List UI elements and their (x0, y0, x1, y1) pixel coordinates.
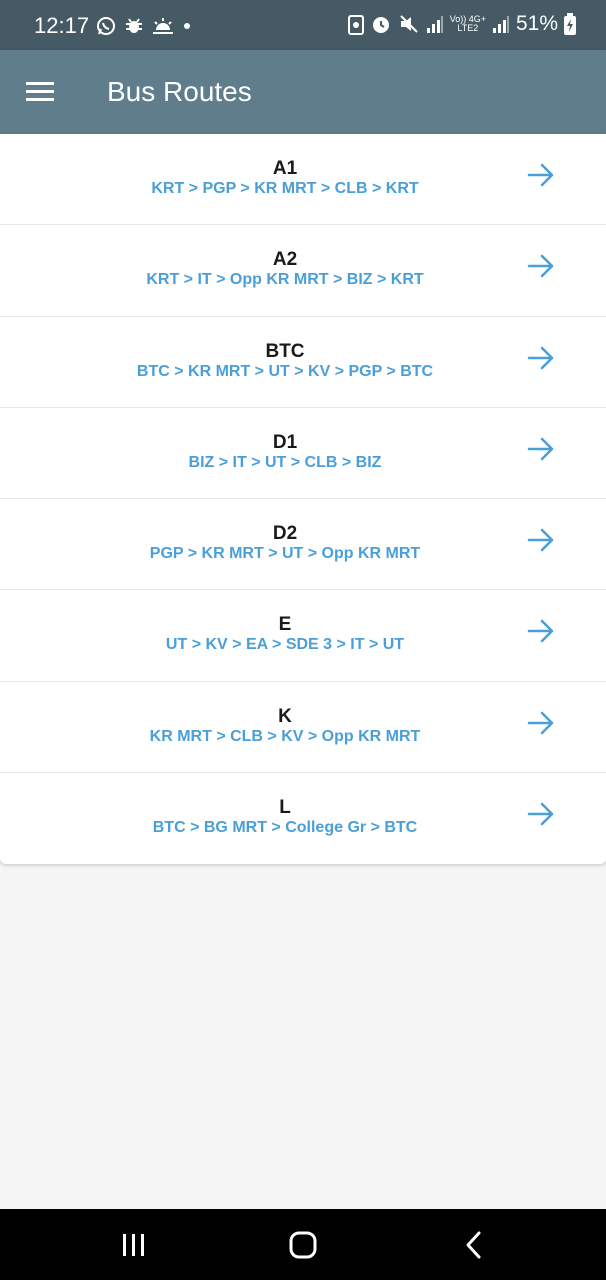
home-icon (289, 1231, 317, 1258)
route-path: PGP > KR MRT > UT > Opp KR MRT (149, 545, 421, 562)
route-name: L (279, 796, 291, 818)
recents-icon (123, 1233, 144, 1256)
arrow-right-icon[interactable] (526, 345, 556, 371)
battery-icon (564, 13, 576, 35)
route-item-k[interactable]: K KR MRT > CLB > KV > Opp KR MRT (0, 682, 606, 773)
network-label: Vo)) 4G+ LTE2 (449, 14, 486, 33)
home-button[interactable] (263, 1209, 343, 1280)
route-list: A1 KRT > PGP > KR MRT > CLB > KRT A2 KRT… (0, 134, 606, 864)
bug-icon (126, 18, 142, 33)
arrow-right-icon[interactable] (526, 436, 556, 462)
signal-2-icon (492, 16, 509, 33)
status-bar: 12:17 Vo)) 4G+ LTE2 51% (0, 0, 606, 50)
menu-button[interactable] (26, 80, 56, 104)
back-icon (466, 1231, 481, 1258)
back-button[interactable] (434, 1209, 514, 1280)
mute-icon (399, 15, 418, 33)
route-path: KR MRT > CLB > KV > Opp KR MRT (149, 727, 421, 745)
hamburger-menu-icon (26, 82, 54, 101)
battery-percentage: 51% (515, 12, 558, 35)
arrow-right-icon[interactable] (526, 801, 556, 827)
system-icons: Vo)) 4G+ LTE2 51% (347, 12, 576, 36)
route-path: BTC > BG MRT > College Gr > BTC (152, 818, 418, 836)
dot-icon (184, 23, 190, 29)
arrow-right-icon[interactable] (526, 253, 556, 279)
route-name: K (278, 705, 292, 727)
route-name: D2 (272, 523, 298, 544)
alarm-icon (372, 17, 389, 33)
route-item-a1[interactable]: A1 KRT > PGP > KR MRT > CLB > KRT (0, 134, 606, 226)
arrow-right-icon[interactable] (526, 162, 556, 188)
arrow-right-icon[interactable] (526, 618, 556, 644)
route-item-l[interactable]: L BTC > BG MRT > College Gr > BTC (0, 773, 606, 864)
status-time: 12:17 (34, 13, 90, 38)
arrow-right-icon[interactable] (526, 527, 556, 553)
app-bar: Bus Routes (0, 50, 606, 134)
route-name: E (278, 614, 292, 636)
system-nav-bar (0, 1209, 606, 1280)
lock-icon (347, 15, 364, 35)
route-name: D1 (272, 431, 298, 453)
route-item-a2[interactable]: A2 KRT > IT > Opp KR MRT > BIZ > KRT (0, 225, 606, 317)
route-path: KRT > IT > Opp KR MRT > BIZ > KRT (146, 271, 424, 289)
whatsapp-icon (97, 17, 115, 35)
route-name: A1 (272, 158, 298, 179)
route-name: A2 (272, 249, 298, 271)
route-item-btc[interactable]: BTC BTC > KR MRT > UT > KV > PGP > BTC (0, 317, 606, 408)
route-name: BTC (265, 340, 305, 362)
route-path: UT > KV > EA > SDE 3 > IT > UT (165, 636, 405, 654)
notification-icons (96, 16, 192, 36)
route-path: KRT > PGP > KR MRT > CLB > KRT (151, 180, 419, 197)
route-item-d2[interactable]: D2 PGP > KR MRT > UT > Opp KR MRT (0, 499, 606, 591)
route-item-e[interactable]: E UT > KV > EA > SDE 3 > IT > UT (0, 590, 606, 682)
route-item-d1[interactable]: D1 BIZ > IT > UT > CLB > BIZ (0, 408, 606, 499)
signal-icon (426, 16, 443, 33)
arrow-right-icon[interactable] (526, 710, 556, 736)
recents-button[interactable] (94, 1209, 174, 1280)
route-path: BIZ > IT > UT > CLB > BIZ (188, 453, 382, 471)
page-title: Bus Routes (107, 76, 252, 107)
weather-icon (153, 18, 173, 34)
route-path: BTC > KR MRT > UT > KV > PGP > BTC (136, 362, 434, 380)
